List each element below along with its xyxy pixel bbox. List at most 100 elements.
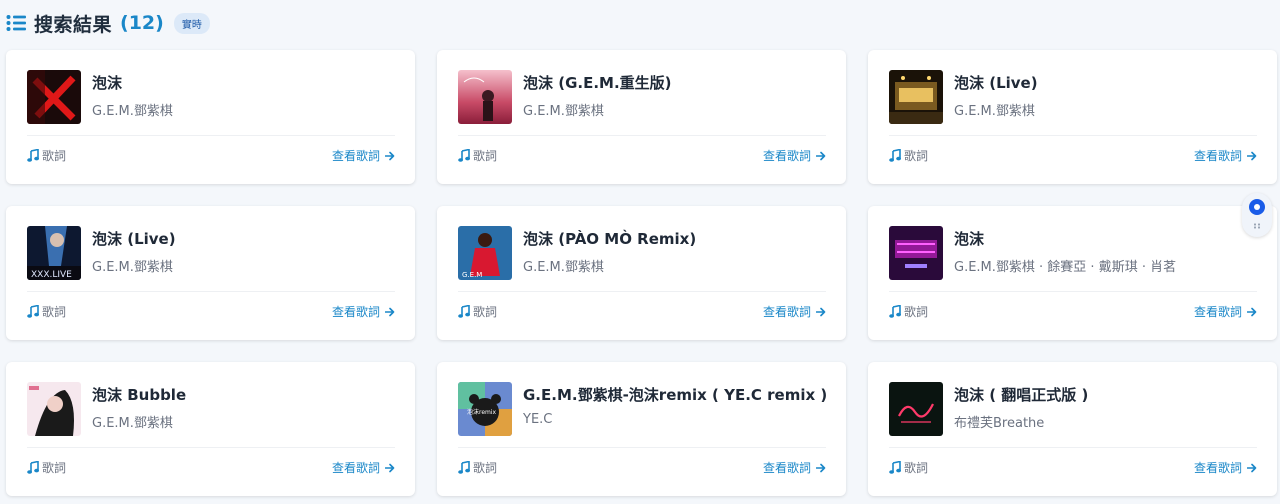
divider xyxy=(889,135,1257,136)
album-art xyxy=(458,70,512,124)
view-lyrics-label[interactable]: 查看歌詞 xyxy=(332,147,380,164)
album-cover[interactable] xyxy=(458,70,512,124)
divider xyxy=(27,135,395,136)
music-note-icon xyxy=(458,461,470,474)
lyrics-label: 歌詞 xyxy=(473,305,498,319)
view-lyrics-link[interactable]: 查看歌詞 xyxy=(1194,303,1257,320)
artist-name: G.E.M.鄧紫棋 xyxy=(523,260,604,275)
song-title[interactable]: 泡沫 (PÀO MÒ Remix) xyxy=(523,228,696,249)
song-card[interactable]: XXX.LIVE 泡沫 (Live) G.E.M.鄧紫棋 歌詞 查看歌詞 xyxy=(6,206,415,340)
view-lyrics-label[interactable]: 查看歌詞 xyxy=(332,459,380,476)
divider xyxy=(889,291,1257,292)
view-lyrics-link[interactable]: 查看歌詞 xyxy=(763,459,826,476)
view-lyrics-label[interactable]: 查看歌詞 xyxy=(1194,303,1242,320)
song-title[interactable]: 泡沫 xyxy=(92,72,122,93)
album-cover[interactable] xyxy=(889,226,943,280)
view-lyrics-label[interactable]: 查看歌詞 xyxy=(763,147,811,164)
divider xyxy=(27,447,395,448)
list-icon xyxy=(6,15,26,31)
arrow-right-icon[interactable] xyxy=(385,463,395,473)
divider xyxy=(889,447,1257,448)
song-title[interactable]: 泡沫 xyxy=(954,228,984,249)
song-title[interactable]: G.E.M.鄧紫棋-泡沫remix ( YE.C remix ) xyxy=(523,384,827,405)
view-lyrics-label[interactable]: 查看歌詞 xyxy=(1194,459,1242,476)
song-card[interactable]: 泡沫 (Live) G.E.M.鄧紫棋 歌詞 查看歌詞 xyxy=(868,50,1277,184)
view-lyrics-label[interactable]: 查看歌詞 xyxy=(332,303,380,320)
album-cover[interactable]: G.E.M xyxy=(458,226,512,280)
view-lyrics-link[interactable]: 查看歌詞 xyxy=(332,303,395,320)
view-lyrics-link[interactable]: 查看歌詞 xyxy=(332,459,395,476)
divider xyxy=(458,291,826,292)
album-cover[interactable]: XXX.LIVE xyxy=(27,226,81,280)
arrow-right-icon[interactable] xyxy=(816,151,826,161)
song-card[interactable]: 泡沫remix G.E.M.鄧紫棋-泡沫remix ( YE.C remix )… xyxy=(437,362,846,496)
lyrics-tag: 歌詞 xyxy=(458,303,497,320)
album-cover[interactable]: 泡沫remix xyxy=(458,382,512,436)
artist-name: G.E.M.鄧紫棋 · 餘賽亞 · 戴斯琪 · 肖茗 xyxy=(954,260,1177,275)
music-note-icon xyxy=(458,149,470,162)
artist-name: 布禮芙Breathe xyxy=(954,416,1045,431)
lyrics-label: 歌詞 xyxy=(42,305,67,319)
svg-text:XXX.LIVE: XXX.LIVE xyxy=(31,270,72,280)
lyrics-label: 歌詞 xyxy=(904,461,929,475)
music-note-icon xyxy=(27,305,39,318)
arrow-right-icon[interactable] xyxy=(385,151,395,161)
song-title[interactable]: 泡沫 Bubble xyxy=(92,384,186,405)
view-lyrics-link[interactable]: 查看歌詞 xyxy=(763,303,826,320)
view-lyrics-link[interactable]: 查看歌詞 xyxy=(1194,147,1257,164)
song-title[interactable]: 泡沫 (G.E.M.重生版) xyxy=(523,72,672,93)
results-header: 搜索結果 (12) 實時 xyxy=(6,9,210,37)
album-cover[interactable] xyxy=(889,70,943,124)
arrow-right-icon[interactable] xyxy=(816,307,826,317)
arrow-right-icon[interactable] xyxy=(1247,463,1257,473)
view-lyrics-label[interactable]: 查看歌詞 xyxy=(763,303,811,320)
album-art xyxy=(27,70,81,124)
artist-name: YE.C xyxy=(523,412,553,427)
music-note-icon xyxy=(889,305,901,318)
view-lyrics-link[interactable]: 查看歌詞 xyxy=(763,147,826,164)
song-card[interactable]: 泡沫 (G.E.M.重生版) G.E.M.鄧紫棋 歌詞 查看歌詞 xyxy=(437,50,846,184)
lyrics-tag: 歌詞 xyxy=(458,147,497,164)
lyrics-label: 歌詞 xyxy=(42,149,67,163)
results-grid: 泡沫 G.E.M.鄧紫棋 歌詞 查看歌詞 泡沫 (G.E.M.重生版) G.E.… xyxy=(6,50,1277,496)
album-cover[interactable] xyxy=(889,382,943,436)
album-cover[interactable] xyxy=(27,382,81,436)
realtime-badge: 實時 xyxy=(173,12,210,34)
artist-name: G.E.M.鄧紫棋 xyxy=(92,260,173,275)
song-title[interactable]: 泡沫 (Live) xyxy=(954,72,1038,93)
floating-assistant-icon[interactable] xyxy=(1242,193,1272,237)
artist-name: G.E.M.鄧紫棋 xyxy=(523,104,604,119)
lyrics-label: 歌詞 xyxy=(473,461,498,475)
view-lyrics-link[interactable]: 查看歌詞 xyxy=(332,147,395,164)
arrow-right-icon[interactable] xyxy=(816,463,826,473)
view-lyrics-link[interactable]: 查看歌詞 xyxy=(1194,459,1257,476)
arrow-right-icon[interactable] xyxy=(385,307,395,317)
album-art: G.E.M xyxy=(458,226,512,280)
result-count: (12) xyxy=(120,12,164,34)
lyrics-tag: 歌詞 xyxy=(889,147,928,164)
song-card[interactable]: 泡沫 ( 翻唱正式版 ) 布禮芙Breathe 歌詞 查看歌詞 xyxy=(868,362,1277,496)
arrow-right-icon[interactable] xyxy=(1247,151,1257,161)
album-cover[interactable] xyxy=(27,70,81,124)
view-lyrics-label[interactable]: 查看歌詞 xyxy=(1194,147,1242,164)
music-note-icon xyxy=(27,149,39,162)
artist-name: G.E.M.鄧紫棋 xyxy=(92,416,173,431)
lyrics-tag: 歌詞 xyxy=(27,303,66,320)
song-card[interactable]: 泡沫 Bubble G.E.M.鄧紫棋 歌詞 查看歌詞 xyxy=(6,362,415,496)
song-card[interactable]: 泡沫 G.E.M.鄧紫棋 · 餘賽亞 · 戴斯琪 · 肖茗 歌詞 查看歌詞 xyxy=(868,206,1277,340)
svg-text:G.E.M: G.E.M xyxy=(462,271,482,279)
song-card[interactable]: 泡沫 G.E.M.鄧紫棋 歌詞 查看歌詞 xyxy=(6,50,415,184)
view-lyrics-label[interactable]: 查看歌詞 xyxy=(763,459,811,476)
song-card[interactable]: G.E.M 泡沫 (PÀO MÒ Remix) G.E.M.鄧紫棋 歌詞 查看歌… xyxy=(437,206,846,340)
music-note-icon xyxy=(27,461,39,474)
song-title[interactable]: 泡沫 (Live) xyxy=(92,228,176,249)
page-title: 搜索結果 xyxy=(34,13,113,36)
song-title[interactable]: 泡沫 ( 翻唱正式版 ) xyxy=(954,384,1088,405)
divider xyxy=(27,291,395,292)
lyrics-label: 歌詞 xyxy=(473,149,498,163)
divider xyxy=(458,447,826,448)
arrow-right-icon[interactable] xyxy=(1247,307,1257,317)
drag-handle-icon[interactable] xyxy=(1253,223,1261,229)
lyrics-label: 歌詞 xyxy=(904,305,929,319)
album-art: 泡沫remix xyxy=(458,382,512,436)
